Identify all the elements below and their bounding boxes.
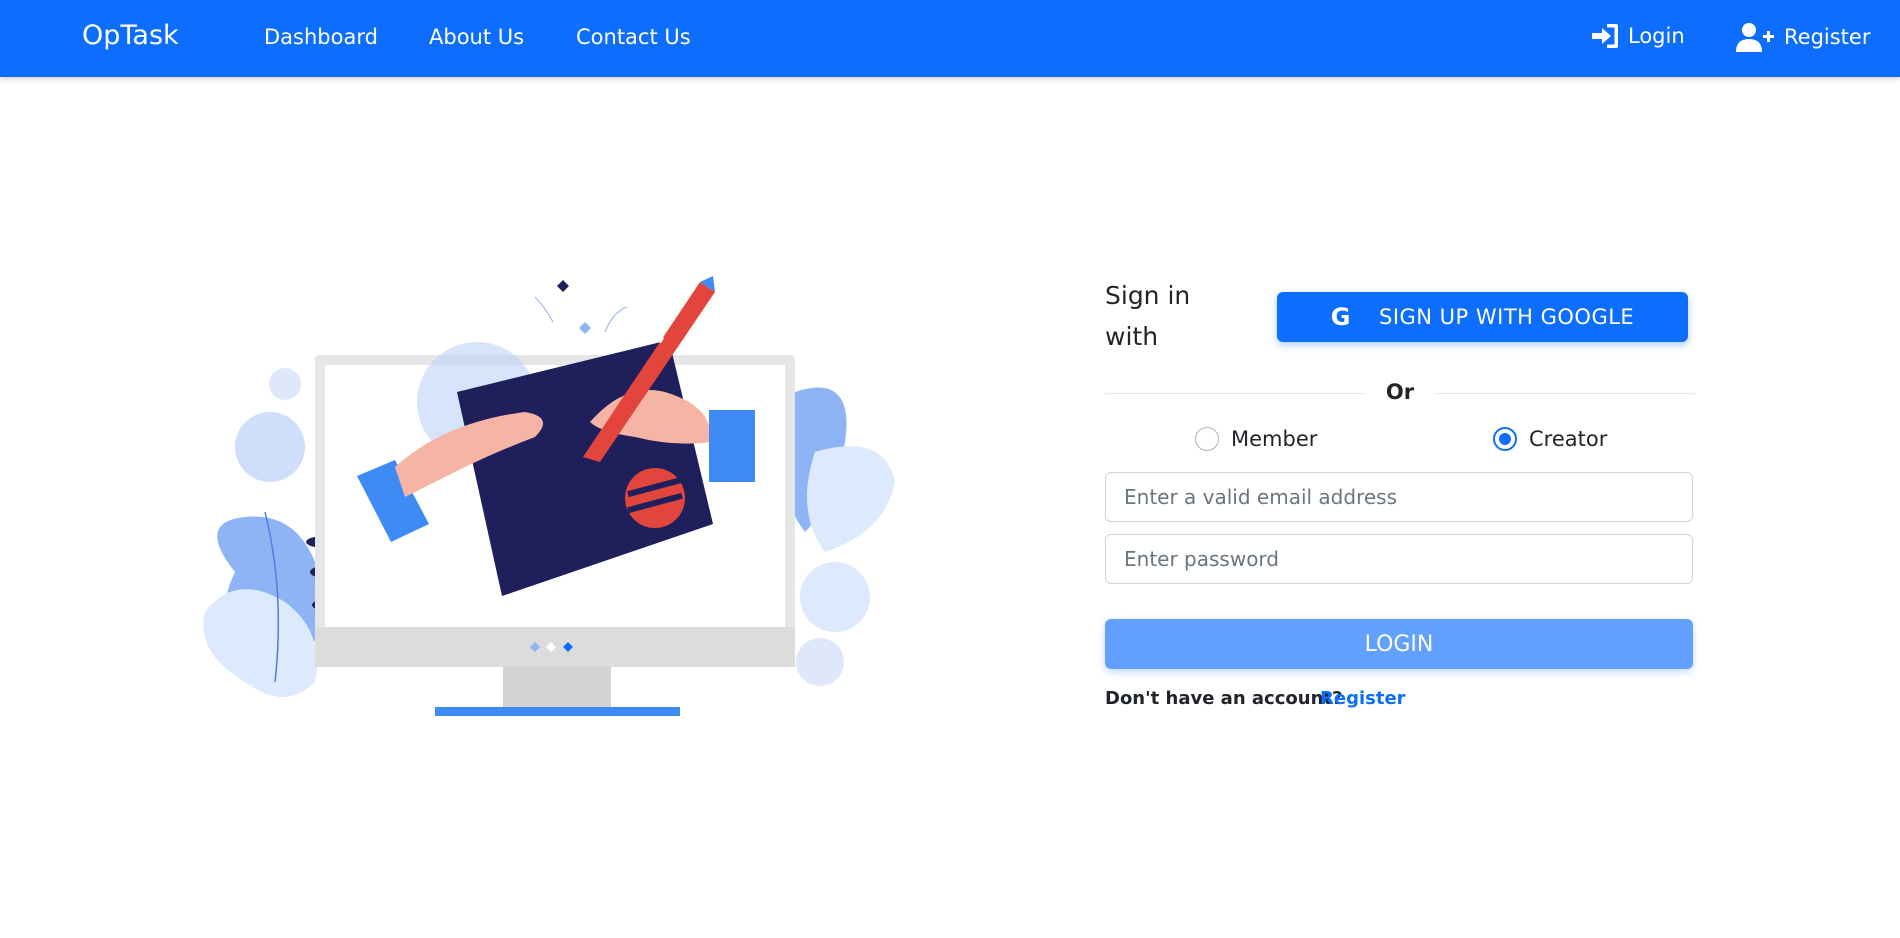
nav-link-dashboard[interactable]: Dashboard (264, 25, 378, 49)
top-navbar: OpTask Dashboard About Us Contact Us Log… (0, 0, 1900, 77)
google-signup-button[interactable]: G SIGN UP WITH GOOGLE (1277, 292, 1688, 342)
radio-creator-input[interactable] (1493, 427, 1517, 451)
email-field[interactable] (1105, 472, 1693, 522)
sign-in-icon (1592, 24, 1618, 48)
divider-or-text: Or (1365, 380, 1435, 404)
nav-link-contact-us[interactable]: Contact Us (576, 25, 691, 49)
sign-in-with-label: Sign in with (1105, 281, 1191, 351)
no-account-text: Don't have an account? (1105, 688, 1343, 709)
nav-login-label: Login (1628, 24, 1685, 48)
nav-register-link[interactable]: Register (1736, 22, 1870, 52)
google-signup-label: SIGN UP WITH GOOGLE (1378, 305, 1635, 329)
role-radio-member[interactable]: Member (1195, 427, 1317, 451)
radio-creator-label: Creator (1529, 427, 1608, 451)
radio-member-input[interactable] (1195, 427, 1219, 451)
brand-logo[interactable]: OpTask (82, 20, 179, 51)
nav-link-about-us[interactable]: About Us (429, 25, 524, 49)
login-button[interactable]: LOGIN (1105, 619, 1693, 669)
password-field[interactable] (1105, 534, 1693, 584)
nav-register-label: Register (1784, 25, 1871, 49)
google-icon: G (1330, 303, 1351, 331)
user-plus-icon (1736, 23, 1774, 52)
radio-member-label: Member (1231, 427, 1318, 451)
register-link[interactable]: Register (1320, 688, 1406, 709)
hero-illustration (195, 272, 905, 722)
nav-login-link[interactable]: Login (1590, 22, 1685, 50)
role-radio-creator[interactable]: Creator (1493, 427, 1607, 451)
